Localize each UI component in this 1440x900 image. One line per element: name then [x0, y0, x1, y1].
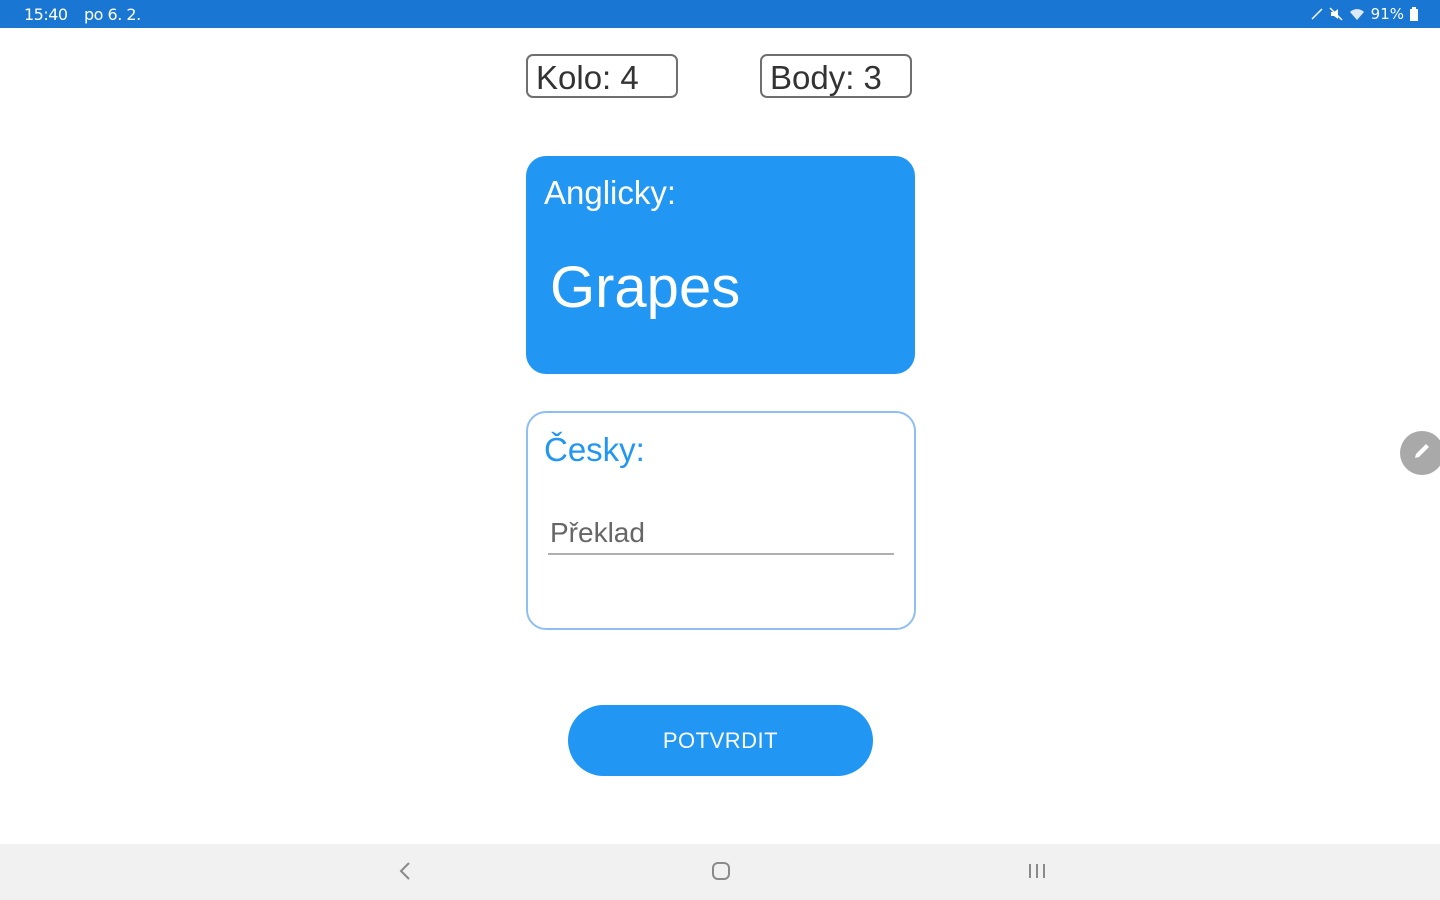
recents-icon [1025, 860, 1049, 887]
home-button[interactable] [706, 858, 736, 888]
pen-icon [1311, 8, 1323, 20]
czech-translation-card: Česky: [526, 411, 916, 630]
score-counter: Body: 3 [760, 54, 912, 98]
battery-icon [1410, 7, 1418, 21]
english-word: Grapes [550, 255, 741, 320]
translation-input[interactable] [548, 513, 894, 555]
english-label: Anglicky: [544, 174, 677, 211]
status-time: 15:40 [24, 5, 68, 24]
status-bar: 15:40 po 6. 2. 91% [0, 0, 1440, 28]
home-icon [710, 860, 732, 887]
navigation-bar [0, 844, 1440, 900]
back-icon [397, 860, 413, 887]
round-counter: Kolo: 4 [526, 54, 678, 98]
status-date: po 6. 2. [84, 5, 141, 24]
recents-button[interactable] [1022, 858, 1052, 888]
mute-icon [1329, 7, 1343, 21]
back-button[interactable] [390, 858, 420, 888]
english-word-card: Anglicky: Grapes [526, 156, 915, 374]
status-icons: 91% [1311, 5, 1418, 23]
edge-panel-handle[interactable] [1400, 431, 1440, 475]
battery-text: 91% [1370, 5, 1404, 23]
confirm-button[interactable]: POTVRDIT [568, 705, 873, 776]
pencil-icon [1411, 440, 1433, 467]
wifi-icon [1349, 7, 1365, 21]
czech-label: Česky: [544, 431, 645, 468]
